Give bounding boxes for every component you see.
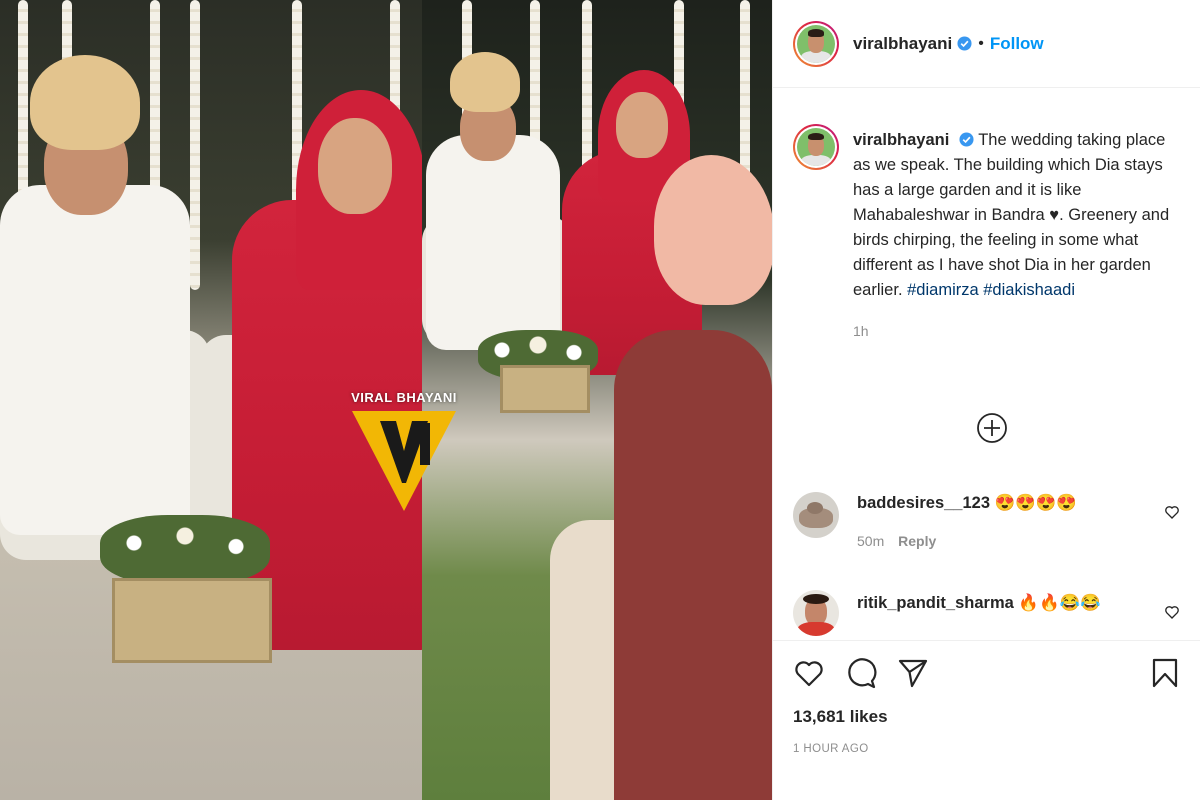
comment-item: baddesires__123 😍😍😍😍 50m Reply <box>793 492 1077 549</box>
post-photo[interactable]: VIRAL BHAYANI <box>0 0 772 800</box>
groom-figure <box>426 135 560 350</box>
comment-icon[interactable] <box>845 657 877 689</box>
comment-item: ritik_pandit_sharma 🔥🔥😂😂 <box>793 590 1101 636</box>
hashtag-link[interactable]: #diakishaadi <box>983 281 1075 299</box>
avatar[interactable] <box>793 20 839 67</box>
comment-username[interactable]: ritik_pandit_sharma <box>857 594 1014 612</box>
follow-button[interactable]: Follow <box>990 34 1044 54</box>
caption-body: The wedding taking place as we speak. Th… <box>853 131 1170 299</box>
paper-plane-icon[interactable] <box>897 657 929 689</box>
flower-arrangement <box>100 515 270 585</box>
avatar[interactable] <box>793 124 839 170</box>
bride-face <box>318 118 392 214</box>
watermark-text: VIRAL BHAYANI <box>351 390 457 405</box>
planter <box>500 365 590 413</box>
verified-badge-icon <box>957 36 972 51</box>
heart-icon[interactable] <box>1164 504 1180 520</box>
post-actions: 13,681 likes 1 HOUR AGO <box>773 640 1200 800</box>
caption-time: 1h <box>853 323 869 339</box>
separator-dot: • <box>978 34 984 52</box>
comment-text: 😍😍😍😍 <box>994 494 1077 512</box>
caption-text: viralbhayani The wedding taking place as… <box>853 128 1180 344</box>
watermark: VIRAL BHAYANI <box>346 390 462 520</box>
reply-button[interactable]: Reply <box>898 533 936 549</box>
post-sidebar: viralbhayani • Follow viralbhayani The w… <box>772 0 1200 800</box>
comment-text: 🔥🔥😂😂 <box>1018 594 1101 612</box>
groom-turban <box>30 55 140 150</box>
caption: viralbhayani The wedding taking place as… <box>773 88 1200 344</box>
photo-panel-right <box>422 0 772 800</box>
bookmark-icon[interactable] <box>1149 657 1181 689</box>
comment-time: 50m <box>857 533 885 549</box>
commenter-avatar[interactable] <box>793 492 839 538</box>
post-header: viralbhayani • Follow <box>773 0 1200 88</box>
guest-vest <box>614 330 772 800</box>
garland <box>190 0 200 290</box>
heart-icon[interactable] <box>1164 604 1180 620</box>
watermark-logo <box>352 411 456 511</box>
likes-count[interactable]: 13,681 likes <box>793 707 888 727</box>
post-timestamp: 1 HOUR AGO <box>793 743 869 755</box>
caption-username[interactable]: viralbhayani <box>853 131 949 149</box>
plus-circle-icon[interactable] <box>976 412 1008 444</box>
comment-username[interactable]: baddesires__123 <box>857 494 990 512</box>
groom-figure <box>0 185 190 535</box>
bride-face <box>616 92 668 158</box>
groom-turban <box>450 52 520 112</box>
planter <box>112 578 272 663</box>
verified-badge-icon <box>959 132 974 147</box>
commenter-avatar[interactable] <box>793 590 839 636</box>
header-username[interactable]: viralbhayani <box>853 34 952 54</box>
hashtag-link[interactable]: #diamirza <box>907 281 979 299</box>
guest-turban <box>654 155 772 305</box>
heart-icon[interactable] <box>793 657 825 689</box>
